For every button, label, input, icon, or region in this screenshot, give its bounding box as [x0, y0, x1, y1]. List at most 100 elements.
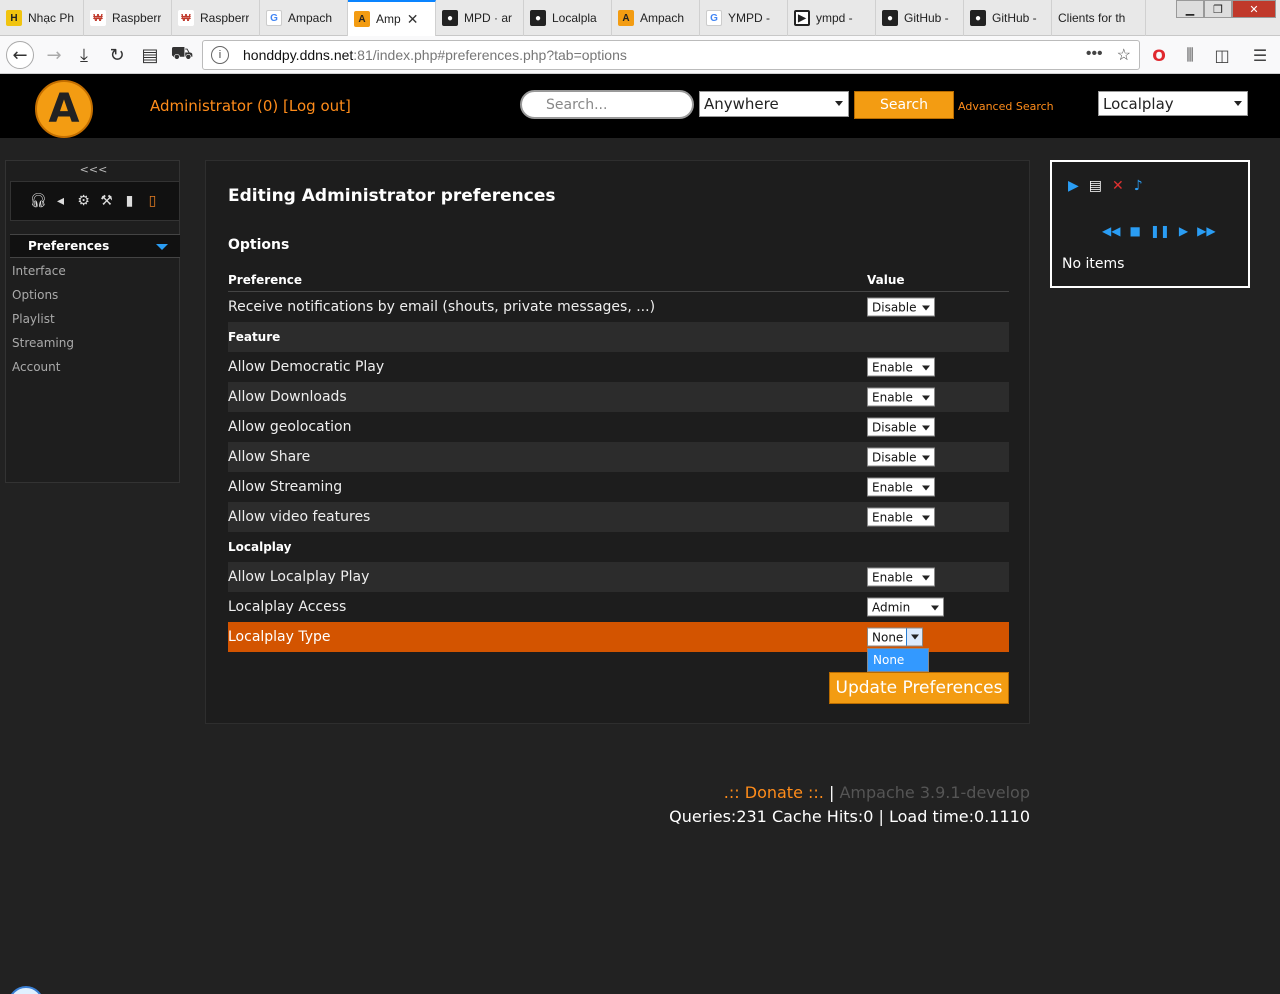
donate-link[interactable]: .:: Donate ::.	[724, 783, 824, 802]
preference-value-select[interactable]: Enable	[867, 567, 935, 587]
browser-nav-bar: ← → ⤓ ↻ ▤ ⛟ i honddpy.ddns.net:81/index.…	[0, 36, 1280, 74]
preference-value-select[interactable]: Enable	[867, 357, 935, 377]
player-controls: ◀◀ ■ ❚❚ ▶ ▶▶	[1102, 224, 1216, 238]
stop-icon[interactable]: ■	[1129, 224, 1140, 238]
add-music-icon[interactable]: ♪	[1134, 178, 1143, 194]
nhac-icon: H	[6, 10, 22, 26]
user-logout-link[interactable]: Administrator (0) [Log out]	[150, 97, 351, 115]
preference-value-select[interactable]: None	[867, 627, 923, 647]
sidebar-section-preferences[interactable]: Preferences	[10, 234, 180, 258]
url-path: :81/index.php#preferences.php?tab=option…	[353, 47, 627, 63]
group-header: Feature	[228, 322, 1009, 352]
github-icon: ●	[882, 10, 898, 26]
localplay-select[interactable]: Localplay	[1098, 91, 1248, 116]
preference-value-select[interactable]: Disable	[867, 447, 935, 467]
pause-icon[interactable]: ❚❚	[1150, 224, 1170, 238]
library-icon[interactable]: ⫼	[1179, 44, 1201, 66]
ampache-logo[interactable]: A	[35, 80, 93, 138]
wrench-icon[interactable]: ⚒	[99, 193, 115, 209]
sidebar-item-interface[interactable]: Interface	[12, 264, 74, 288]
address-bar[interactable]: i honddpy.ddns.net:81/index.php#preferen…	[202, 40, 1140, 70]
browser-tab[interactable]: ▶ ympd -	[788, 0, 876, 36]
preference-value-select[interactable]: Enable	[867, 477, 935, 497]
menu-icon[interactable]: ☰	[1249, 44, 1271, 66]
search-button[interactable]: Search	[854, 91, 954, 119]
browser-tab[interactable]: ● MPD · ar	[436, 0, 524, 36]
browser-tab[interactable]: ● GitHub -	[964, 0, 1052, 36]
sidebar-item-options[interactable]: Options	[12, 288, 74, 312]
table-row: Allow Downloads Enable	[228, 382, 1009, 412]
play-icon[interactable]: ▶	[1068, 178, 1079, 194]
browser-tab[interactable]: ₩ Raspberr	[172, 0, 260, 36]
maximize-icon[interactable]: ❐	[1204, 0, 1232, 18]
browser-tab[interactable]: Clients for th	[1052, 0, 1146, 36]
save-playlist-icon[interactable]: ▤	[1089, 178, 1102, 194]
close-tab-icon[interactable]: ✕	[407, 11, 419, 28]
phone-icon[interactable]: ▮	[122, 193, 138, 209]
preference-value: Enable	[872, 480, 913, 494]
back-arrow-icon[interactable]: ←	[6, 41, 34, 69]
ampache-icon: A	[618, 10, 634, 26]
preference-value-select[interactable]: Disable	[867, 417, 935, 437]
bookmark-star-icon[interactable]: ☆	[1117, 45, 1131, 65]
playlist-actions: ▶ ▤ ✕ ♪	[1068, 178, 1143, 194]
search-scope-select[interactable]: Anywhere	[699, 91, 849, 117]
opera-icon[interactable]: O	[1148, 44, 1170, 66]
clipboard-icon[interactable]: ▤	[136, 41, 164, 69]
sidebar-toggle-icon[interactable]: ◫	[1211, 44, 1233, 66]
chevron-down-icon	[922, 395, 930, 401]
preference-value-select[interactable]: Admin	[867, 597, 944, 617]
minimize-icon[interactable]: ▁	[1176, 0, 1204, 18]
browser-tab[interactable]: H Nhạc Ph	[0, 0, 84, 36]
preference-value-select[interactable]: Disable	[867, 297, 935, 317]
preference-value-select[interactable]: Enable	[867, 507, 935, 527]
column-header-value: Value	[867, 272, 905, 287]
door-icon[interactable]: ▯	[145, 193, 161, 209]
preference-label: Allow Localplay Play	[228, 569, 370, 585]
update-preferences-button[interactable]: Update Preferences	[829, 672, 1009, 704]
version-link[interactable]: Ampache 3.9.1-develop	[839, 783, 1030, 802]
preference-label: Allow Democratic Play	[228, 359, 385, 375]
browser-tab[interactable]: G YMPD -	[700, 0, 788, 36]
preference-value: Admin	[872, 600, 911, 614]
ympd-icon: ▶	[794, 10, 810, 26]
sidebar-item-streaming[interactable]: Streaming	[12, 336, 74, 360]
browser-tab[interactable]: ● Localpla	[524, 0, 612, 36]
browser-tab-label: Raspberr	[112, 11, 162, 25]
extension-icon[interactable]: ⛟	[168, 41, 196, 69]
preference-value: Enable	[872, 570, 913, 584]
browser-tab[interactable]: A Ampach	[612, 0, 700, 36]
browser-tab[interactable]: ● GitHub -	[876, 0, 964, 36]
preference-label: Allow Share	[228, 449, 311, 465]
forward-arrow-icon[interactable]: →	[40, 41, 68, 69]
dropdown-option-none[interactable]: None	[868, 649, 928, 671]
browser-tab[interactable]: G Ampach	[260, 0, 348, 36]
sidebar-collapse-toggle[interactable]: <<<	[6, 163, 181, 176]
search-input[interactable]: Search...	[520, 90, 694, 119]
gear-icon[interactable]: ⚙	[76, 193, 92, 209]
browser-tab[interactable]: ₩ Raspberr	[84, 0, 172, 36]
table-row: Allow geolocation Disable	[228, 412, 1009, 442]
window-controls: ▁ ❐ ✕	[1176, 0, 1276, 20]
sidebar-item-account[interactable]: Account	[12, 360, 74, 384]
speaker-icon[interactable]: ◂	[53, 193, 69, 209]
raspberry-icon: ₩	[90, 10, 106, 26]
previous-icon[interactable]: ◀◀	[1102, 224, 1120, 238]
site-info-icon[interactable]: i	[211, 46, 229, 64]
clear-playlist-icon[interactable]: ✕	[1112, 178, 1124, 194]
browser-tab[interactable]: A Amp ✕	[348, 0, 436, 36]
close-window-icon[interactable]: ✕	[1232, 0, 1276, 18]
app-header: A Administrator (0) [Log out] Search... …	[0, 74, 1280, 138]
sidebar-item-playlist[interactable]: Playlist	[12, 312, 74, 336]
fast-forward-icon[interactable]: ▶▶	[1197, 224, 1215, 238]
preference-label: Allow Streaming	[228, 479, 343, 495]
page-actions-icon[interactable]: •••	[1086, 45, 1103, 65]
table-row: Allow Democratic Play Enable	[228, 352, 1009, 382]
preference-value-select[interactable]: Enable	[867, 387, 935, 407]
next-play-icon[interactable]: ▶	[1179, 224, 1188, 238]
advanced-search-link[interactable]: Advanced Search	[958, 100, 1054, 113]
download-icon[interactable]: ⤓	[70, 41, 98, 69]
headphones-icon[interactable]: 🎧︎	[30, 193, 48, 209]
footer-credits: .:: Donate ::. | Ampache 3.9.1-develop	[724, 783, 1030, 802]
reload-icon[interactable]: ↻	[103, 41, 131, 69]
